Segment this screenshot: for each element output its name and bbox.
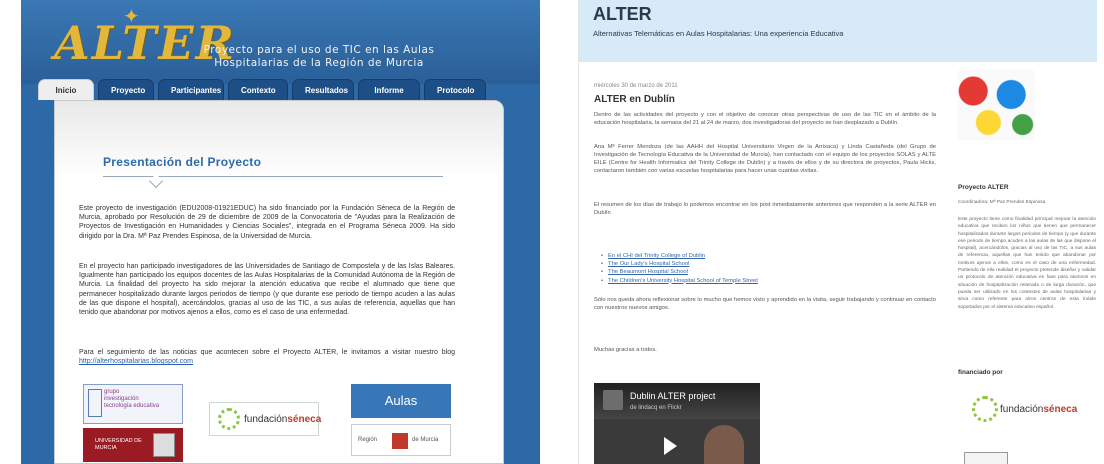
painted-hands-image	[958, 70, 1034, 140]
de-murcia-text: de Murcia	[412, 437, 439, 443]
tagline-line-2: Hospitalarias de la Región de Murcia	[214, 57, 424, 69]
alter-website: ALTER ✦ Proyecto para el uso de TIC en l…	[21, 0, 540, 464]
blog-header: ALTER Alternativas Telemáticas en Aulas …	[579, 0, 1097, 62]
screenshot-composite: ALTER ✦ Proyecto para el uso de TIC en l…	[0, 0, 1104, 464]
video-title[interactable]: Dublin ALTER project	[630, 391, 715, 401]
blog-link[interactable]: http://alterhospitalarias.blogspot.com	[79, 358, 193, 365]
university-crest-icon	[153, 433, 175, 457]
region-flag-icon	[392, 433, 408, 449]
region-text: Región	[358, 437, 378, 443]
avatar	[603, 390, 623, 410]
blog-sidebar: Proyecto ALTER Coordinadora: Mª Paz Pren…	[944, 62, 1097, 464]
play-icon[interactable]	[664, 437, 677, 455]
partner-logos: grupo investigación tecnología educativa…	[83, 384, 453, 464]
post-paragraph-5: Muchas gracias a todos.	[594, 347, 657, 353]
seneca-dots-icon	[218, 408, 240, 430]
grupo-mark-icon	[88, 389, 102, 417]
tab-protocolo[interactable]: Protocolo	[424, 79, 486, 100]
sidebar-description: Este proyecto tiene como finalidad princ…	[958, 217, 1096, 310]
fundacion-seneca-logo[interactable]: fundaciónséneca	[972, 392, 1077, 432]
fundacion-seneca-logo[interactable]: fundaciónséneca	[209, 402, 322, 436]
star-icon: ✦	[123, 6, 140, 28]
intro-paragraph-1: Este proyecto de investigación (EDU2008-…	[79, 205, 455, 240]
tab-informe[interactable]: Informe	[358, 79, 420, 100]
tab-inicio[interactable]: Inicio	[38, 79, 94, 100]
sidebar-heading: Proyecto ALTER	[958, 184, 1009, 191]
post-title[interactable]: ALTER en Dublín	[594, 94, 675, 105]
site-tagline: Proyecto para el uso de TIC en las Aulas…	[169, 44, 469, 70]
section-title: Presentación del Proyecto	[103, 155, 262, 169]
post-paragraph-1: Dentro de las actividades del proyecto y…	[594, 112, 936, 126]
post-paragraph-3: El resumen de los días de trabajo lo pod…	[594, 202, 936, 216]
aulas-hospitalarias-logo[interactable]: Aulas hospitalarias	[351, 384, 451, 442]
blog-invite-text: Para el seguimiento de las noticias que …	[79, 349, 455, 356]
universidad-murcia-logo[interactable]: UNIVERSIDAD DE MURCIA	[83, 428, 183, 462]
next-logo-partial	[964, 452, 1008, 464]
post-paragraph-2: Ana Mª Ferrer Mendoza (de las AAHH del H…	[594, 144, 936, 174]
alter-blog: ALTER Alternativas Telemáticas en Aulas …	[578, 0, 1097, 464]
tab-contexto[interactable]: Contexto	[228, 79, 288, 100]
post-link[interactable]: The Our Lady's Hospital School	[601, 260, 758, 268]
video-source[interactable]: de lindacq en Flickr	[630, 405, 682, 411]
post-date: miércoles 30 de marzo de 2011	[594, 83, 678, 89]
post-link[interactable]: The Children's University Hospital Schoo…	[601, 277, 758, 285]
tagline-line-1: Proyecto para el uso de TIC en las Aulas	[203, 44, 435, 56]
site-banner: ALTER ✦ Proyecto para el uso de TIC en l…	[21, 0, 540, 84]
intro-paragraph-2: En el proyecto han participado investiga…	[79, 263, 455, 317]
seneca-dots-icon	[972, 396, 998, 422]
grupo-investigacion-logo[interactable]: grupo investigación tecnología educativa	[83, 384, 183, 424]
grupo-text-3: tecnología educativa	[104, 403, 160, 409]
grupo-text-2: investigación	[104, 396, 139, 402]
post-link-list: En el CHI del Trinity College of Dublin …	[601, 252, 758, 285]
video-thumbnail	[704, 425, 744, 464]
grupo-text-1: grupo	[104, 389, 120, 395]
region-murcia-logo[interactable]: Región de Murcia	[351, 424, 451, 456]
seneca-text: séneca	[287, 414, 322, 425]
blog-subtitle: Alternativas Telemáticas en Aulas Hospit…	[593, 29, 844, 38]
funded-by-heading: financiado por	[958, 369, 1003, 376]
post-link[interactable]: En el CHI del Trinity College of Dublin	[601, 252, 758, 260]
tab-resultados[interactable]: Resultados	[292, 79, 354, 100]
tab-proyecto[interactable]: Proyecto	[98, 79, 154, 100]
tab-participantes[interactable]: Participantes	[158, 79, 224, 100]
post-paragraph-4: Sólo nos queda ahora reflexionar sobre l…	[594, 297, 936, 311]
fundacion-text: fundación	[1000, 404, 1044, 415]
sidebar-coordinator: Coordinadora: Mª Paz Prendes Espinosa	[958, 200, 1046, 205]
fundacion-text: fundación	[244, 414, 288, 425]
main-nav-tabs: Inicio Proyecto Participantes Contexto R…	[38, 79, 486, 100]
video-embed[interactable]: Dublin ALTER project de lindacq en Flick…	[594, 383, 760, 464]
seneca-text: séneca	[1043, 404, 1078, 415]
blog-title[interactable]: ALTER	[593, 4, 652, 25]
intro-paragraph-3: Para el seguimiento de las noticias que …	[79, 348, 455, 366]
post-link[interactable]: The Beaumont Hospital School	[601, 268, 758, 276]
